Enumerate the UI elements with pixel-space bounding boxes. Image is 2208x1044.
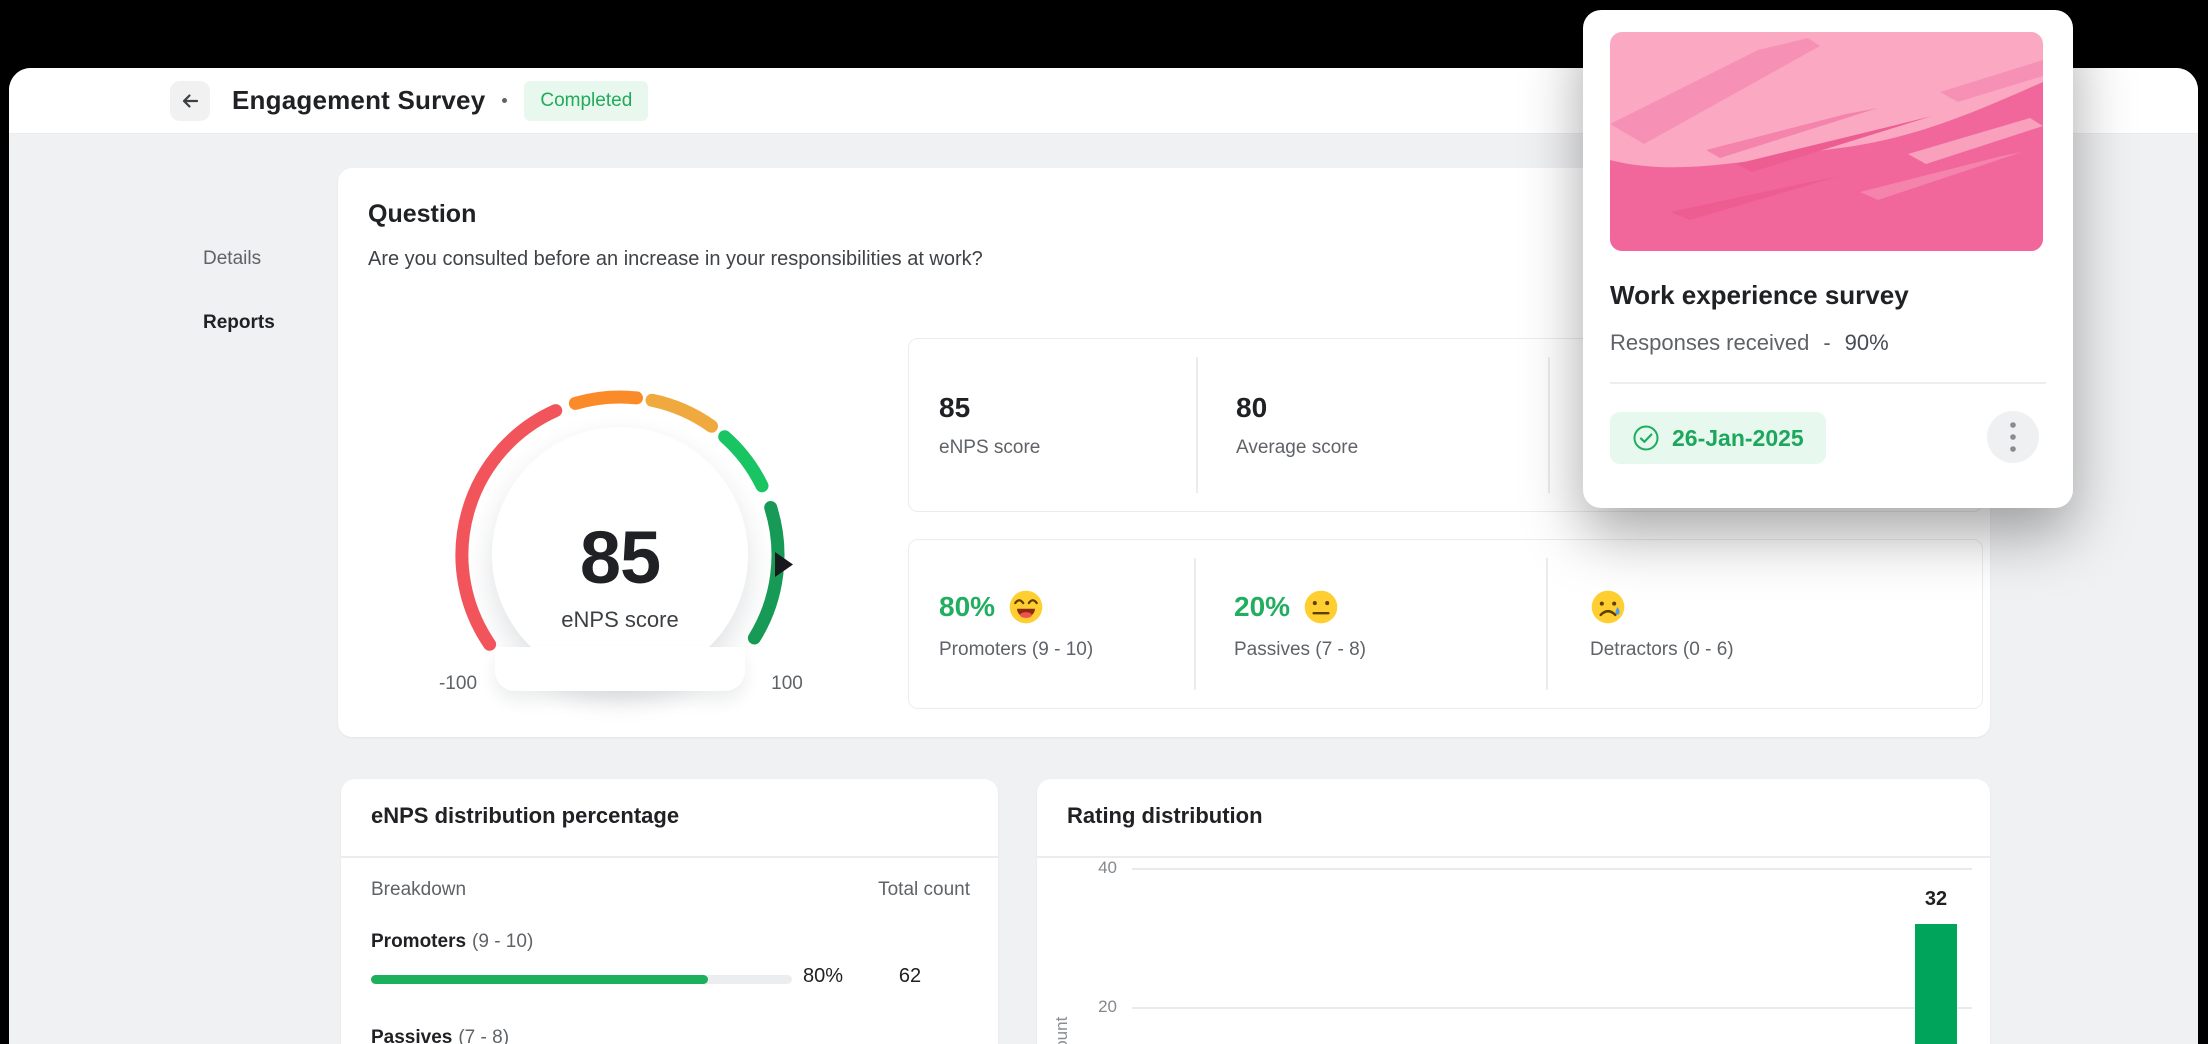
y-tick-40: 40 — [1098, 858, 1117, 877]
check-circle-icon — [1633, 425, 1659, 451]
stat-divider — [1194, 558, 1196, 690]
dot-separator-icon — [502, 98, 508, 103]
distribution-row-label: Passives (7 - 8) — [371, 1027, 509, 1044]
back-button[interactable] — [170, 80, 210, 121]
neutral-face-emoji-icon — [1304, 590, 1338, 623]
enps-distribution-card: eNPS distribution percentage Breakdown T… — [341, 779, 998, 1044]
stat-value: 85 — [939, 391, 971, 423]
card-title: Rating distribution — [1067, 803, 1263, 828]
row-range: (9 - 10) — [472, 931, 534, 952]
gridline-40 — [1132, 868, 1972, 870]
row-name: Promoters — [371, 931, 467, 952]
column-header-breakdown: Breakdown — [371, 879, 467, 900]
crying-face-emoji-icon — [1591, 590, 1625, 623]
y-axis-label: Response Count — [1052, 970, 1080, 1044]
enps-gauge: 85 eNPS score -100 100 — [425, 355, 815, 705]
responses-row: Responses received - 90% — [1610, 330, 1889, 356]
segment-value-row: 80% — [939, 588, 1179, 626]
kebab-menu-icon — [2010, 422, 2016, 452]
survey-title: Work experience survey — [1610, 280, 1909, 310]
left-arrow-icon — [182, 93, 199, 108]
stat-average-score: 80 Average score — [1236, 339, 1496, 511]
promoters-percent: 80% — [939, 590, 996, 622]
question-text: Are you consulted before an increase in … — [368, 248, 983, 270]
promoters-total-count: 62 — [898, 965, 922, 987]
responses-value: 90% — [1844, 330, 1889, 355]
page: { "colors": { "accent_green": "#22ae61",… — [0, 0, 2208, 1044]
stat-value: 80 — [1236, 391, 1268, 423]
stat-label: eNPS score — [939, 436, 1041, 458]
stat-label: Promoters (9 - 10) — [939, 638, 1094, 660]
distribution-row-label: Promoters (9 - 10) — [371, 931, 533, 953]
sidebar-item-details[interactable]: Details — [203, 248, 261, 270]
gauge-segment-amber — [645, 393, 718, 433]
segment-value-row — [1590, 588, 1930, 626]
gauge-segment-green-light — [718, 430, 769, 493]
stat-passives: 20% Passives (7 - 8) — [1234, 540, 1514, 708]
laughing-face-emoji-icon — [1009, 590, 1043, 623]
stat-divider — [1546, 558, 1548, 690]
gauge-min-label: -100 — [438, 673, 478, 694]
stat-detractors: Detractors (0 - 6) — [1590, 540, 1930, 708]
rating-distribution-card: Rating distribution 40 20 Response Count… — [1037, 779, 1990, 1044]
card-divider — [341, 856, 998, 858]
stat-divider — [1196, 357, 1198, 493]
card-divider — [1610, 382, 2046, 384]
stat-promoters: 80% Promoters (9 - 10) — [939, 540, 1179, 708]
stat-divider — [1548, 357, 1550, 493]
survey-summary-card[interactable]: Work experience survey Responses receive… — [1583, 10, 2073, 508]
responses-label: Responses received — [1610, 330, 1810, 355]
gauge-max-label: 100 — [771, 673, 803, 694]
card-title: eNPS distribution percentage — [371, 803, 680, 828]
status-badge: Completed — [524, 80, 649, 121]
question-heading: Question — [368, 200, 477, 228]
rating-bar — [1915, 923, 1957, 1044]
pink-brush-artwork — [1610, 32, 2043, 251]
promoters-progress-fill — [371, 975, 708, 984]
column-header-total-count: Total count — [878, 879, 970, 900]
stat-label: Passives (7 - 8) — [1234, 638, 1366, 660]
completion-date: 26-Jan-2025 — [1672, 424, 1804, 451]
row-name: Passives — [371, 1027, 453, 1044]
segment-stats-strip: 80% Promoters (9 - 10) 20% Passives (7 -… — [908, 539, 1983, 709]
stat-label: Detractors (0 - 6) — [1590, 638, 1734, 660]
gauge-label: eNPS score — [561, 607, 679, 632]
promoters-progress-track — [371, 975, 792, 984]
rating-bar-value: 32 — [1924, 887, 1948, 910]
card-divider — [1037, 856, 1990, 858]
completion-date-pill: 26-Jan-2025 — [1610, 412, 1826, 464]
responses-separator: - — [1823, 330, 1831, 355]
gauge-value: 85 — [579, 516, 661, 599]
sidebar-item-reports[interactable]: Reports — [203, 312, 275, 334]
segment-value-row: 20% — [1234, 588, 1514, 626]
stat-label: Average score — [1236, 436, 1359, 458]
survey-cover-image — [1610, 32, 2043, 251]
stat-enps-score: 85 eNPS score — [939, 339, 1179, 511]
gauge-segment-orange — [568, 390, 643, 410]
row-range: (7 - 8) — [458, 1027, 510, 1044]
page-title: Engagement Survey — [232, 85, 486, 115]
more-options-button[interactable] — [1987, 411, 2039, 463]
gridline-20 — [1132, 1007, 1972, 1009]
passives-percent: 20% — [1234, 590, 1291, 622]
promoters-percent-label: 80% — [803, 965, 844, 987]
